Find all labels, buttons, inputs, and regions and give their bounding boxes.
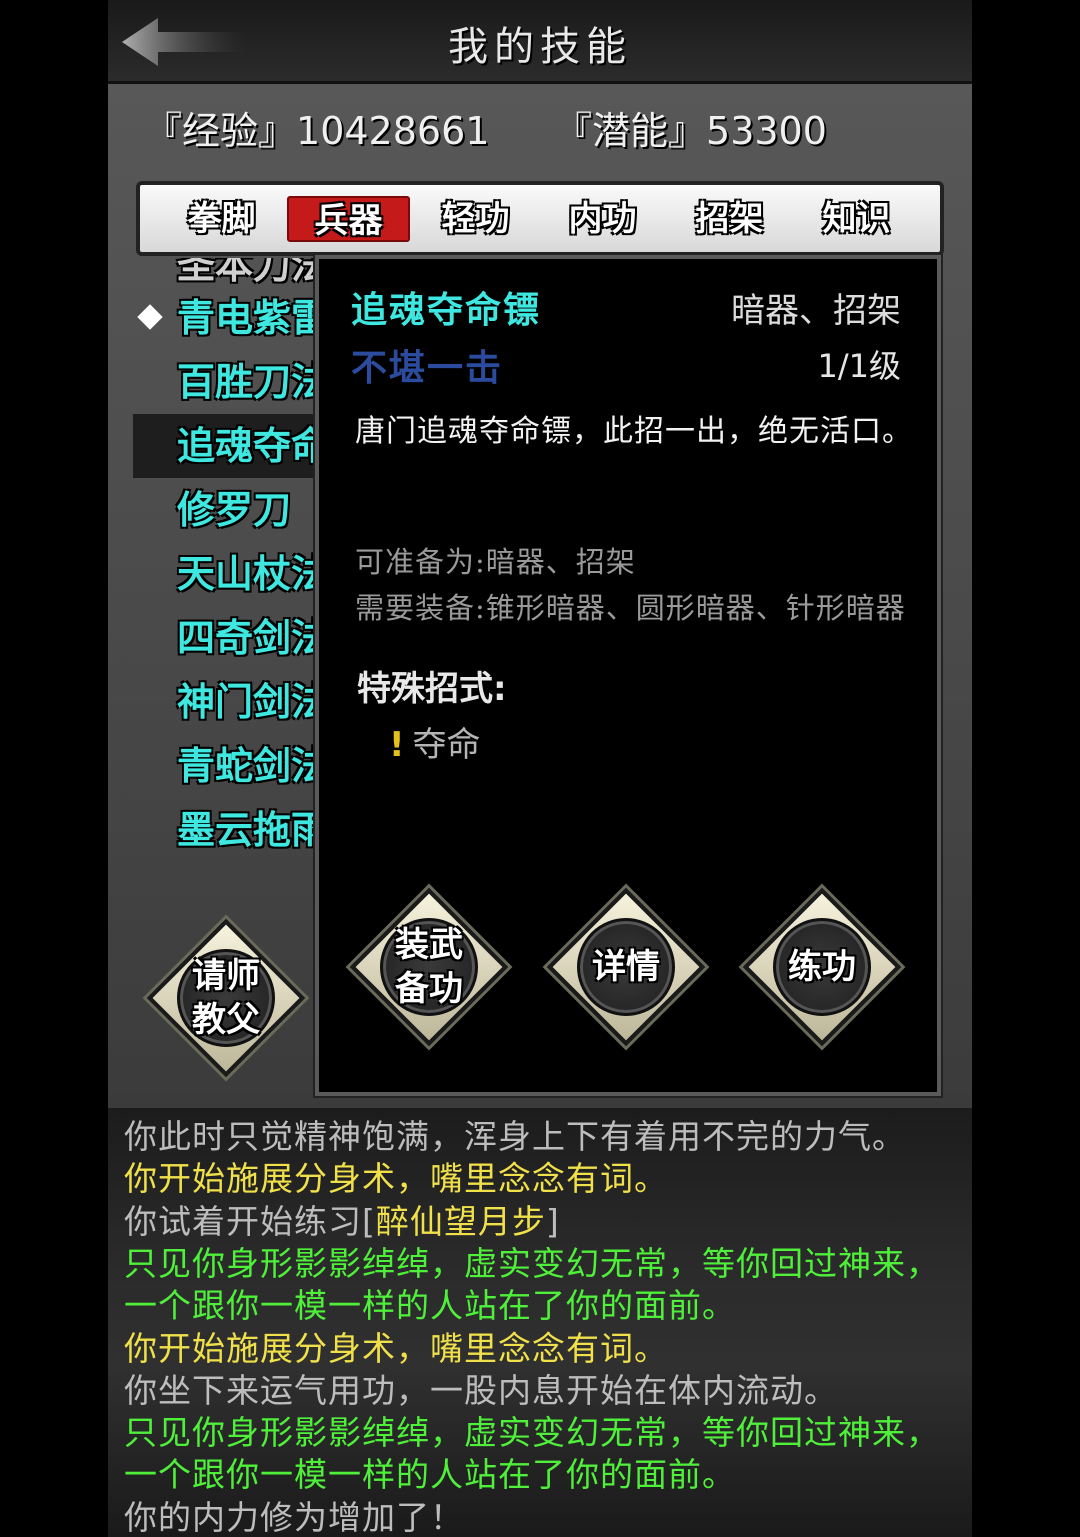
equip-requirement-text: 需要装备:锥形暗器、圆形暗器、针形暗器	[355, 591, 906, 625]
log-line: 只见你身形影影绰绰，虚实变幻无常，等你回过神来，	[124, 1413, 940, 1453]
prepare-as-text: 可准备为:暗器、招架	[355, 545, 636, 579]
equip-skill-button[interactable]: 装武备功	[349, 887, 509, 1047]
page-title: 我的技能	[448, 24, 632, 70]
tab-knowledge[interactable]: 知识	[795, 196, 918, 242]
skill-type: 暗器、招架	[731, 291, 901, 331]
log-line: 你此时只觉精神饱满，浑身上下有着用不完的力气。	[124, 1117, 906, 1156]
equip-skill-label: 装武备功	[395, 925, 463, 1009]
skill-rank: 不堪一击	[351, 347, 504, 389]
stats-bar: 『经验』10428661 『潜能』53300	[108, 100, 972, 153]
log-line: 一个跟你一模一样的人站在了你的面前。	[124, 1286, 736, 1326]
skill-description: 唐门追魂夺命镖，此招一出，绝无活口。	[355, 414, 913, 449]
detail-button[interactable]: 详情	[546, 887, 706, 1047]
log-line: 你坐下来运气用功，一股内息开始在体内流动。	[124, 1370, 838, 1410]
skill-screen: 我的技能 『经验』10428661 『潜能』53300 拳脚 兵器 轻功 内功 …	[108, 0, 972, 1537]
log-line: 你试着开始练习[醉仙望月步]	[124, 1201, 560, 1241]
header-bar: 我的技能	[108, 0, 972, 84]
train-label: 练功	[788, 947, 856, 987]
potential-stat: 『潜能』53300	[554, 100, 827, 155]
log-line: 你开始施展分身术，嘴里念念有词。	[124, 1159, 668, 1199]
experience-value: 10428661	[296, 109, 490, 153]
exclamation-icon: !	[389, 725, 405, 765]
skill-name: 追魂夺命镖	[351, 289, 542, 331]
master-teach-label: 请师教父	[192, 956, 260, 1040]
tab-lightness[interactable]: 轻功	[414, 196, 537, 242]
train-button[interactable]: 练功	[742, 887, 902, 1047]
tab-parry[interactable]: 招架	[668, 196, 791, 242]
log-line: 一个跟你一模一样的人站在了你的面前。	[124, 1455, 736, 1495]
log-line: 只见你身形影影绰绰，虚实变幻无常，等你回过神来，	[124, 1243, 940, 1283]
skill-level: 1/1级	[817, 347, 901, 385]
master-teach-button[interactable]: 请师教父	[146, 918, 306, 1078]
log-line: 你开始施展分身术，嘴里念念有词。	[124, 1328, 668, 1368]
special-move-item[interactable]: ! 夺命	[389, 717, 481, 766]
special-moves-title: 特殊招式:	[357, 669, 507, 709]
tab-weapon[interactable]: 兵器	[287, 195, 410, 242]
experience-label: 『经验』	[144, 109, 297, 153]
skill-detail-popup: 追魂夺命镖 暗器、招架 不堪一击 1/1级 唐门追魂夺命镖，此招一出，绝无活口。…	[315, 255, 941, 1096]
skill-label: 青电紫雷	[177, 295, 330, 340]
log-line: 你的内力修为增加了！	[124, 1497, 464, 1537]
selected-diamond-icon	[137, 304, 163, 330]
detail-label: 详情	[592, 947, 660, 987]
potential-value: 53300	[706, 109, 827, 153]
tab-fist[interactable]: 拳脚	[160, 196, 283, 242]
skill-category-tabs: 拳脚 兵器 轻功 内功 招架 知识	[136, 181, 944, 256]
experience-stat: 『经验』10428661	[144, 100, 489, 155]
skill-requirements[interactable]: 可准备为:暗器、招架 需要装备:锥形暗器、圆形暗器、针形暗器	[355, 539, 915, 644]
potential-label: 『潜能』	[554, 109, 707, 153]
message-log: 你此时只觉精神饱满，浑身上下有着用不完的力气。 你开始施展分身术，嘴里念念有词。你…	[108, 1108, 972, 1537]
tab-inner-force[interactable]: 内功	[541, 196, 664, 242]
log-highlight: 醉仙望月步	[375, 1201, 546, 1241]
special-move-label: 夺命	[412, 725, 481, 765]
